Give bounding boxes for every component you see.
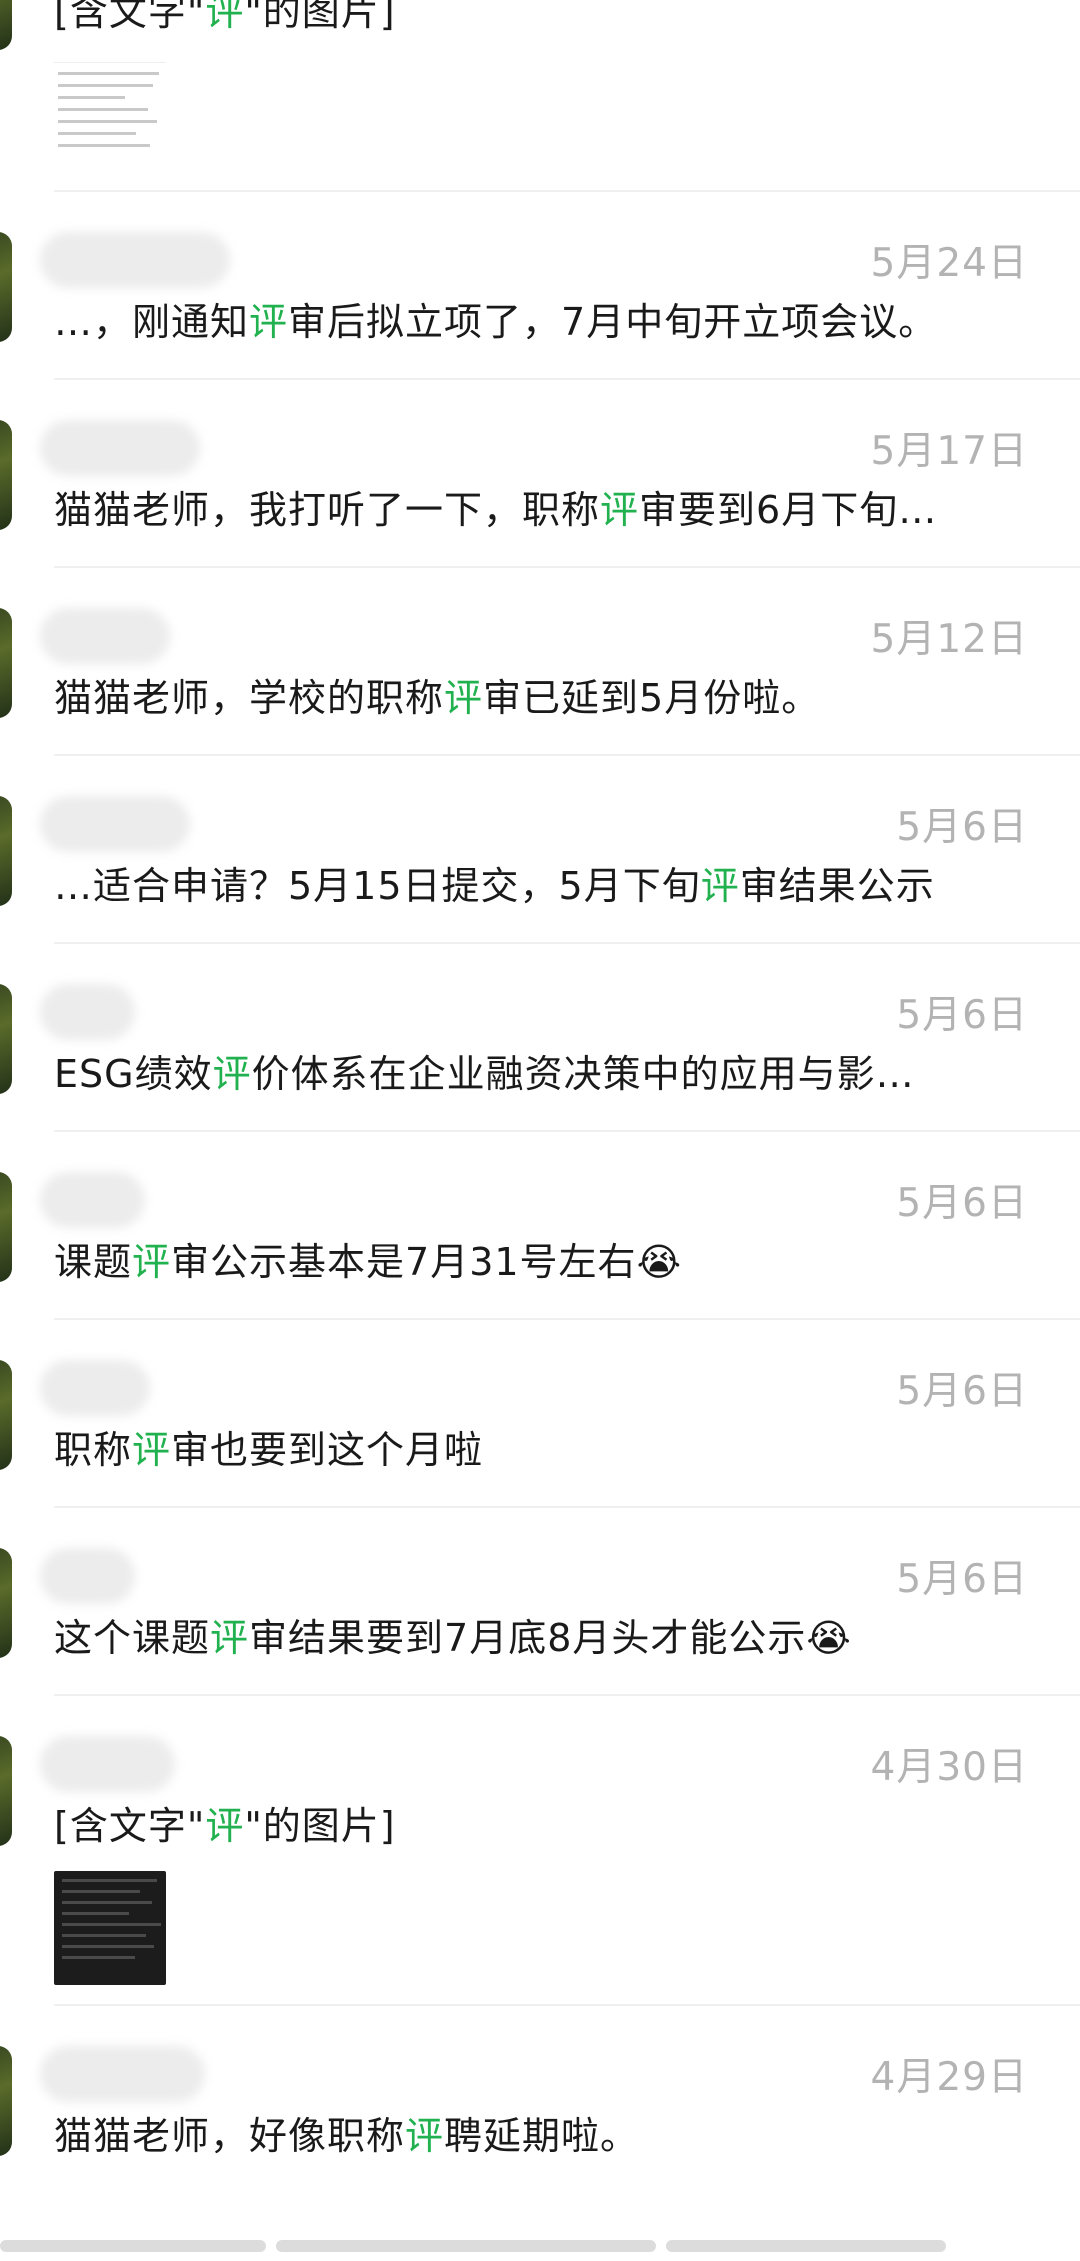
message-snippet: 课题评审公示基本是7月31号左右😭 [54, 1240, 682, 1284]
avatar[interactable] [0, 608, 12, 718]
message-snippet: ESG绩效评价体系在企业融资决策中的应用与影… [54, 1052, 915, 1096]
sender-name-blurred [40, 1548, 135, 1604]
avatar[interactable] [0, 420, 12, 530]
message-date: 5月6日 [896, 805, 1028, 850]
sender-name-blurred [40, 420, 200, 476]
keyword-highlight: 评 [700, 864, 740, 908]
result-item[interactable]: 5月6日 这个课题评审结果要到7月底8月头才能公示😭 [0, 1508, 1080, 1696]
message-date: 5月12日 [870, 617, 1028, 662]
avatar[interactable] [0, 2046, 12, 2156]
result-item[interactable]: 5月6日 …适合申请？5月15日提交，5月下旬评审结果公示 [0, 756, 1080, 944]
keyword-highlight: 评 [249, 300, 289, 344]
message-snippet: [含文字"评"的图片] [54, 1804, 396, 1848]
avatar[interactable] [0, 796, 12, 906]
result-item[interactable]: 4月29日 猫猫老师，好像职称评聘延期啦。 [0, 2006, 1080, 2194]
avatar[interactable] [0, 1548, 12, 1658]
sender-name-blurred [40, 1172, 145, 1228]
keyword-highlight: 评 [205, 0, 245, 34]
avatar[interactable] [0, 984, 12, 1094]
sender-name-blurred [40, 608, 170, 664]
result-item[interactable]: 5月6日 职称评审也要到这个月啦 [0, 1320, 1080, 1508]
result-item[interactable]: 4月30日 [含文字"评"的图片] [0, 1696, 1080, 2006]
keyword-highlight: 评 [132, 1428, 172, 1472]
message-date: 4月30日 [870, 1745, 1028, 1790]
message-date: 5月6日 [896, 1557, 1028, 1602]
image-thumbnail[interactable] [54, 62, 166, 159]
keyword-highlight: 评 [444, 676, 484, 720]
search-results-list: [含文字"评"的图片] 5月24日 …，刚通知评审后拟立项了，7月中旬开立项会议… [0, 0, 1080, 2194]
message-date: 5月6日 [896, 1181, 1028, 1226]
message-snippet: 猫猫老师，我打听了一下，职称评审要到6月下旬… [54, 488, 938, 532]
message-snippet: 这个课题评审结果要到7月底8月头才能公示😭 [54, 1616, 852, 1660]
message-snippet: 猫猫老师，学校的职称评审已延到5月份啦。 [54, 676, 821, 720]
sender-name-blurred [40, 796, 190, 852]
message-date: 5月17日 [870, 429, 1028, 474]
avatar[interactable] [0, 1172, 12, 1282]
result-item[interactable]: 5月17日 猫猫老师，我打听了一下，职称评审要到6月下旬… [0, 380, 1080, 568]
message-snippet: …适合申请？5月15日提交，5月下旬评审结果公示 [54, 864, 935, 908]
keyword-highlight: 评 [132, 1240, 172, 1284]
result-item[interactable]: 5月12日 猫猫老师，学校的职称评审已延到5月份啦。 [0, 568, 1080, 756]
scroll-segment [276, 2240, 656, 2252]
sender-name-blurred [40, 1736, 175, 1792]
image-thumbnail[interactable] [54, 1871, 166, 1985]
avatar[interactable] [0, 1736, 12, 1846]
sender-name-blurred [40, 232, 230, 288]
message-snippet: 猫猫老师，好像职称评聘延期啦。 [54, 2114, 640, 2158]
keyword-highlight: 评 [205, 1804, 245, 1848]
keyword-highlight: 评 [600, 488, 640, 532]
message-date: 4月29日 [870, 2055, 1028, 2100]
result-item[interactable]: 5月6日 ESG绩效评价体系在企业融资决策中的应用与影… [0, 944, 1080, 1132]
bottom-scroll-indicator [0, 2240, 1080, 2254]
avatar[interactable] [0, 232, 12, 342]
sender-name-blurred [40, 984, 135, 1040]
avatar[interactable] [0, 0, 12, 50]
keyword-highlight: 评 [405, 2114, 445, 2158]
sender-name-blurred [40, 1360, 150, 1416]
scroll-segment [0, 2240, 266, 2252]
avatar[interactable] [0, 1360, 12, 1470]
message-snippet: 职称评审也要到这个月啦 [54, 1428, 484, 1472]
result-item[interactable]: [含文字"评"的图片] [0, 0, 1080, 192]
keyword-highlight: 评 [212, 1052, 252, 1096]
sender-name-blurred [40, 2046, 205, 2102]
scroll-segment [666, 2240, 946, 2252]
result-item[interactable]: 5月6日 课题评审公示基本是7月31号左右😭 [0, 1132, 1080, 1320]
result-item[interactable]: 5月24日 …，刚通知评审后拟立项了，7月中旬开立项会议。 [0, 192, 1080, 380]
message-date: 5月6日 [896, 993, 1028, 1038]
keyword-highlight: 评 [210, 1616, 250, 1660]
message-date: 5月24日 [870, 241, 1028, 286]
message-snippet: [含文字"评"的图片] [54, 0, 396, 42]
message-snippet: …，刚通知评审后拟立项了，7月中旬开立项会议。 [54, 300, 938, 344]
message-date: 5月6日 [896, 1369, 1028, 1414]
